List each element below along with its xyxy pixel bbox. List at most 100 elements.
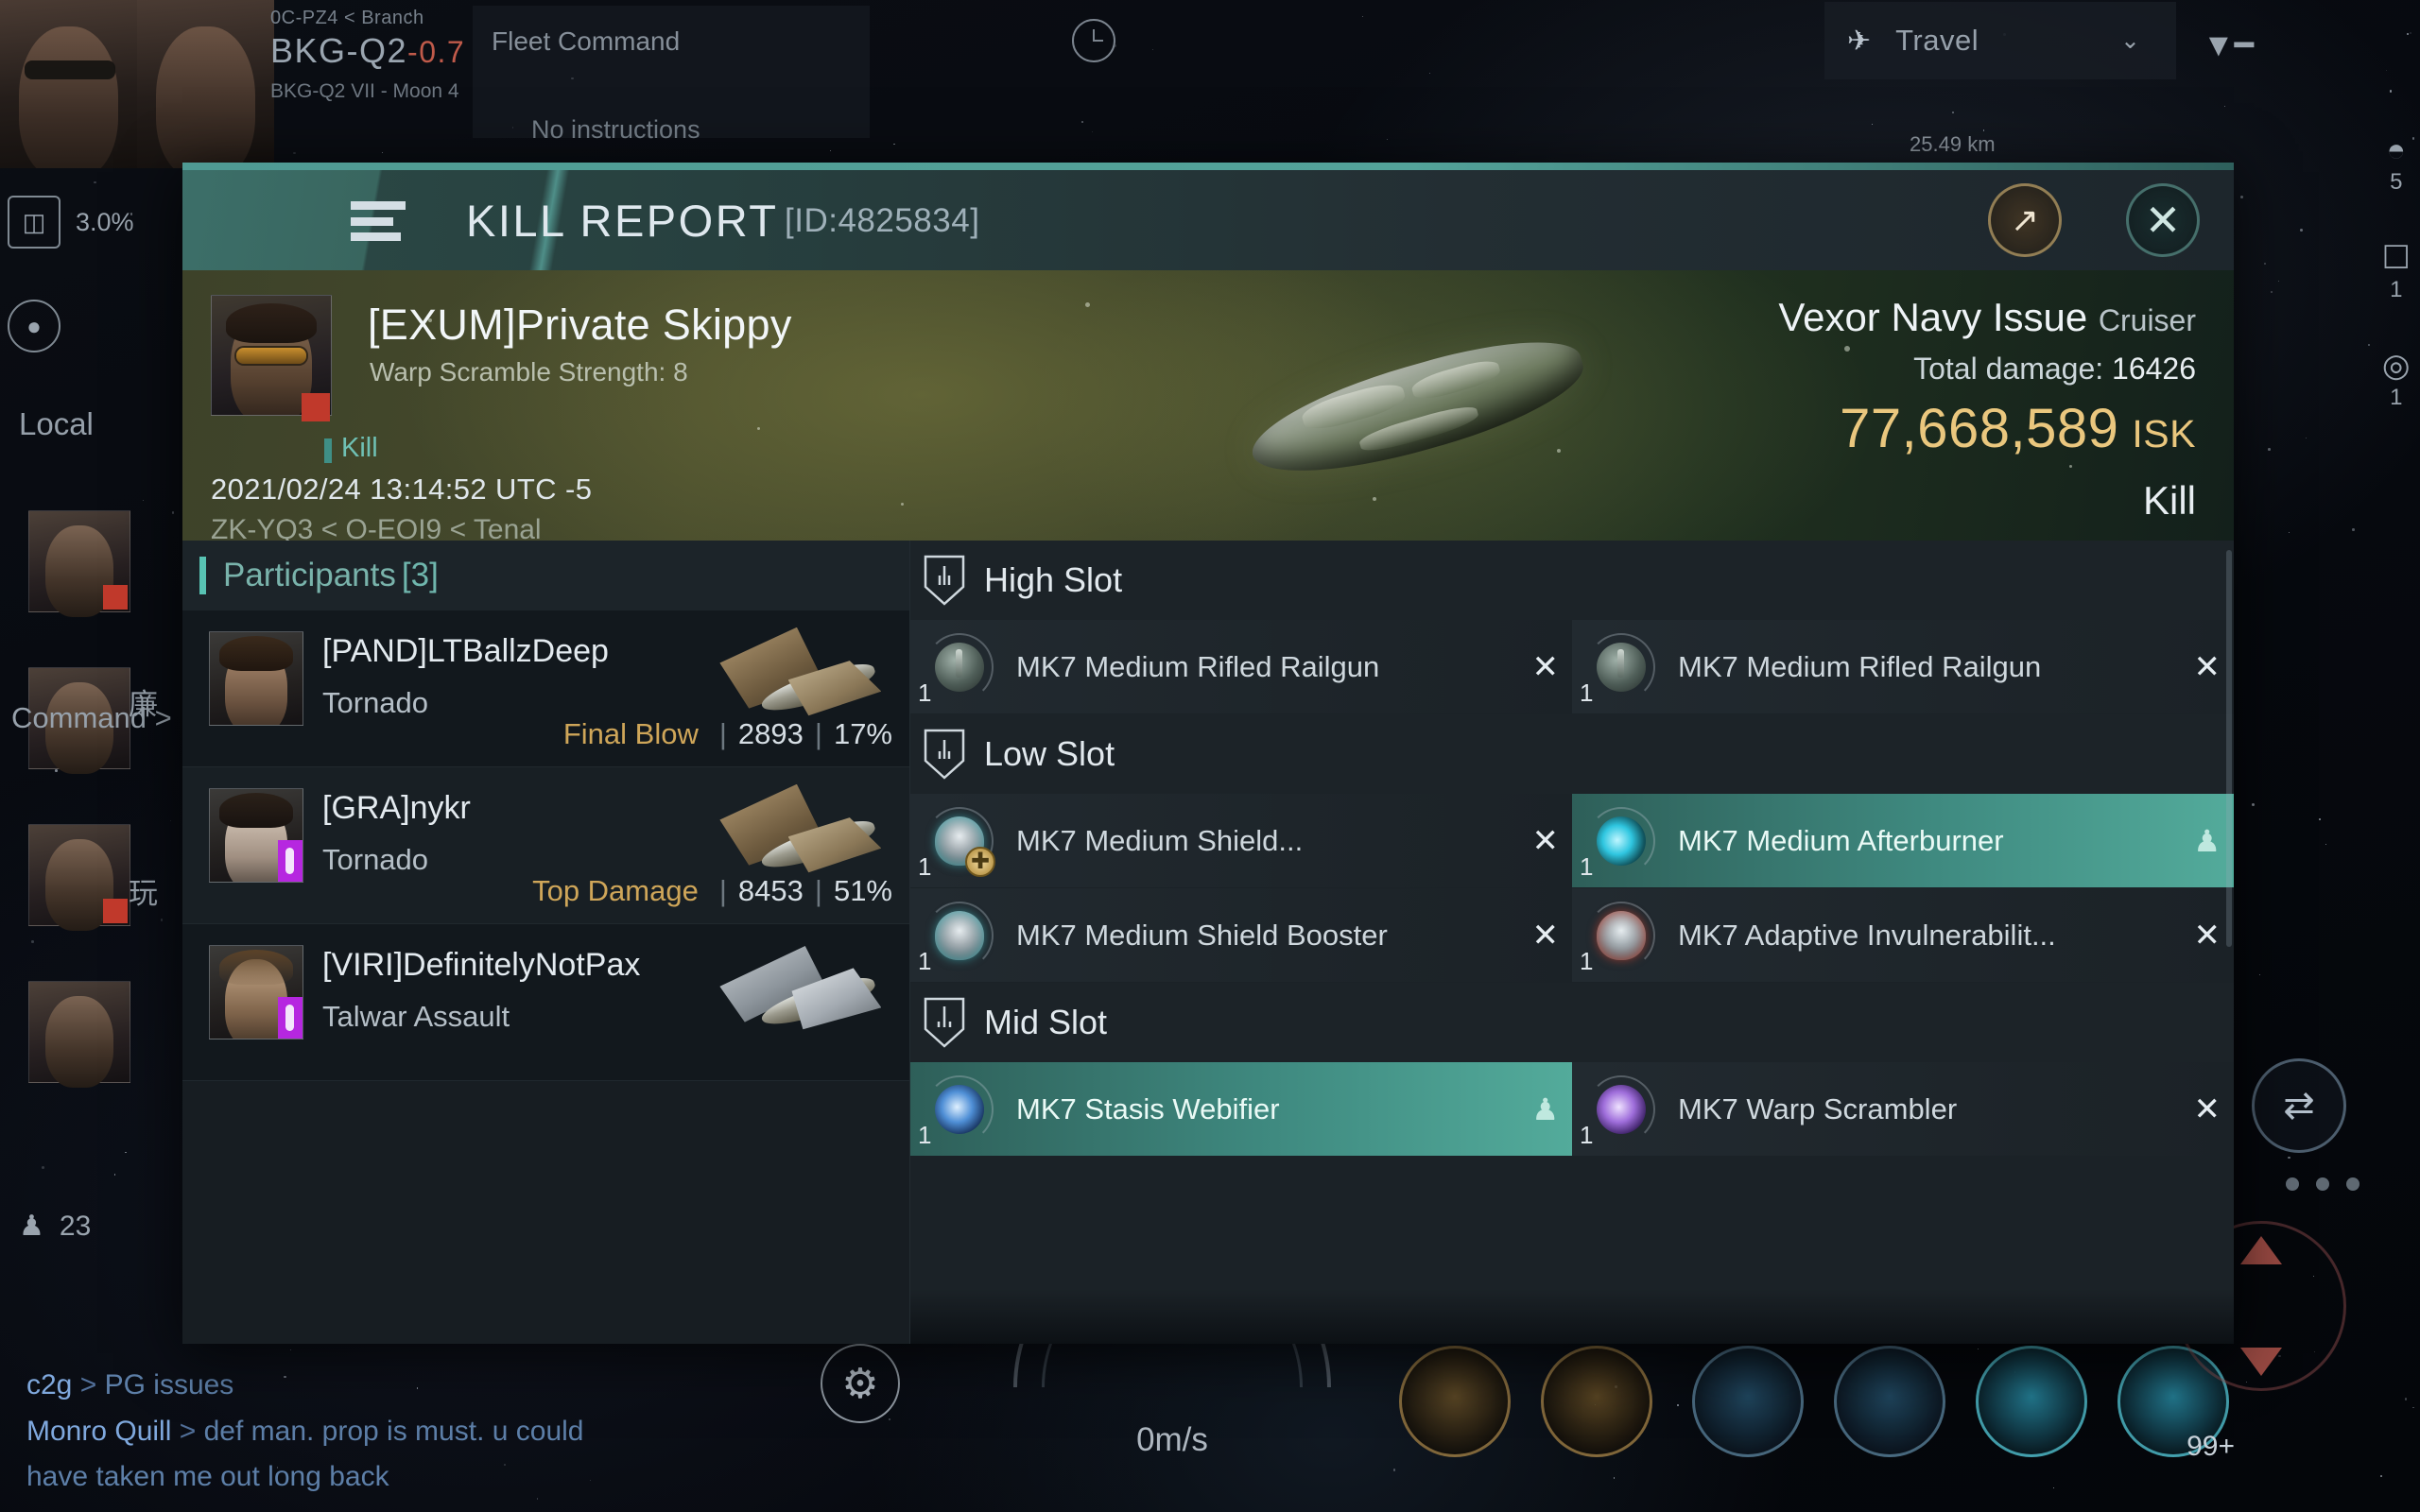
kill-report-window: KILL REPORT [ID:4825834] ↗ ✕ [EXUM]Priva… bbox=[182, 163, 2234, 1344]
victim-name: [EXUM]Private Skippy bbox=[368, 301, 792, 350]
header-accent-bar bbox=[199, 557, 206, 594]
fleet-command-panel[interactable]: Fleet Command No instructions bbox=[473, 6, 870, 138]
table-row[interactable]: [VIRI]DefinitelyNotPax Talwar Assault bbox=[182, 924, 909, 1081]
chat-tab-label[interactable]: 廉 bbox=[129, 680, 158, 723]
module-slot[interactable]: 1 MK7 Medium Shield Booster ✕ bbox=[910, 888, 1572, 983]
module-quantity: 1 bbox=[918, 679, 931, 708]
slot-shield-icon bbox=[924, 729, 965, 780]
shield-booster-icon: ✚ bbox=[925, 807, 994, 875]
module-quantity: 1 bbox=[1580, 947, 1593, 976]
participant-damage: 8453 bbox=[738, 874, 804, 907]
module-slot-selected[interactable]: 1 MK7 Medium Afterburner ♟ bbox=[1572, 794, 2234, 888]
avatar[interactable] bbox=[28, 824, 130, 926]
nav-up-icon[interactable] bbox=[2240, 1236, 2282, 1264]
fleet-instructions: No instructions bbox=[531, 115, 700, 145]
module-quantity: 1 bbox=[918, 1121, 931, 1150]
total-damage-value: 16426 bbox=[2112, 352, 2196, 386]
slot-shield-icon bbox=[924, 555, 965, 606]
victim-ship-render bbox=[1188, 270, 1644, 541]
module-name: MK7 Adaptive Invulnerabilit... bbox=[1678, 919, 2234, 953]
slot-shield-icon bbox=[924, 997, 965, 1048]
module-button[interactable] bbox=[1399, 1346, 1511, 1457]
close-icon[interactable]: ✕ bbox=[2126, 183, 2200, 257]
victim-ship-name: Vexor Navy Issue Cruiser bbox=[1778, 295, 2196, 340]
table-row[interactable]: [PAND]LTBallzDeep Tornado Final Blow|289… bbox=[182, 610, 909, 767]
module-slot[interactable]: 1 MK7 Warp Scrambler ✕ bbox=[1572, 1062, 2234, 1157]
warp-scrambler-icon bbox=[1587, 1075, 1655, 1143]
frame-icon[interactable]: ☐1 bbox=[2382, 239, 2411, 303]
standing-flag-icon bbox=[103, 585, 128, 610]
sidebar-item-location[interactable]: ● bbox=[0, 274, 180, 378]
chevron-down-icon[interactable]: ⌄ bbox=[2120, 26, 2140, 55]
window-body: Participants [3] [PAND]LTBallzDeep Torna… bbox=[182, 541, 2234, 1344]
module-slot[interactable]: 1 MK7 Medium Rifled Railgun ✕ bbox=[910, 620, 1572, 714]
participant-name: [GRA]nykr bbox=[322, 790, 471, 827]
kill-verdict: Kill bbox=[2143, 478, 2196, 524]
destroyed-x-icon: ✕ bbox=[2194, 1091, 2221, 1128]
participant-ship: Talwar Assault bbox=[322, 1000, 510, 1034]
module-slot[interactable]: 1 MK7 Adaptive Invulnerabilit... ✕ bbox=[1572, 888, 2234, 983]
participant-ship: Tornado bbox=[322, 686, 428, 720]
avatar[interactable] bbox=[28, 981, 130, 1083]
destroyed-x-icon: ✕ bbox=[2194, 917, 2221, 954]
total-damage: Total damage: 16426 bbox=[1913, 352, 2196, 387]
gear-icon[interactable]: ⚙ bbox=[821, 1344, 900, 1423]
report-id: [ID:4825834] bbox=[785, 202, 979, 240]
module-slot[interactable]: ✚ 1 MK7 Medium Shield... ✕ bbox=[910, 794, 1572, 888]
speed-readout: 0m/s bbox=[1021, 1421, 1323, 1459]
participant-percent: 51% bbox=[834, 874, 892, 907]
participants-count: [3] bbox=[402, 557, 439, 594]
avatar[interactable] bbox=[28, 510, 130, 612]
slot-grid-high: 1 MK7 Medium Rifled Railgun ✕ 1 MK7 Medi… bbox=[910, 620, 2234, 714]
participant-ship-render bbox=[709, 934, 889, 1057]
avatar[interactable] bbox=[209, 788, 303, 883]
slot-section-header-high: High Slot bbox=[910, 541, 2234, 620]
table-row[interactable]: [GRA]nykr Tornado Top Damage|8453|51% bbox=[182, 767, 909, 924]
participants-pane: Participants [3] [PAND]LTBallzDeep Torna… bbox=[182, 541, 910, 1344]
module-button[interactable] bbox=[1834, 1346, 1945, 1457]
module-name: MK7 Warp Scrambler bbox=[1678, 1092, 2234, 1126]
scrollbar[interactable] bbox=[2226, 550, 2232, 947]
destroyed-x-icon: ✕ bbox=[1532, 917, 1560, 954]
isk-unit: ISK bbox=[2132, 412, 2196, 455]
standing-flag-icon bbox=[302, 393, 330, 421]
looted-person-icon: ♟ bbox=[2193, 823, 2221, 859]
external-link-icon[interactable]: ↗ bbox=[1988, 183, 2062, 257]
participant-tag: Final Blow bbox=[563, 717, 699, 750]
fitting-pane[interactable]: High Slot 1 MK7 Medium Rifled Railgun ✕ … bbox=[910, 541, 2234, 1344]
participants-label: Participants bbox=[223, 557, 396, 594]
slot-section-header-mid: Mid Slot bbox=[910, 983, 2234, 1062]
window-accent-line bbox=[182, 163, 2234, 170]
travel-selector[interactable]: ✈ Travel ⌄ bbox=[1824, 2, 2176, 79]
module-button[interactable] bbox=[1541, 1346, 1652, 1457]
stasis-webifier-icon bbox=[925, 1075, 994, 1143]
target-icon[interactable]: ◎1 bbox=[2382, 347, 2411, 411]
isk-value: 77,668,589ISK bbox=[1840, 397, 2196, 460]
avatar[interactable] bbox=[209, 631, 303, 726]
local-channel-label[interactable]: Local bbox=[19, 406, 94, 442]
victim-ship-class: Cruiser bbox=[2099, 303, 2196, 337]
module-button[interactable] bbox=[1976, 1346, 2087, 1457]
avatar[interactable] bbox=[209, 945, 303, 1040]
module-slot[interactable]: 1 MK7 Medium Rifled Railgun ✕ bbox=[1572, 620, 2234, 714]
railgun-icon bbox=[1587, 633, 1655, 701]
clone-tag-icon bbox=[278, 840, 302, 882]
filter-icon[interactable]: ▼━ bbox=[2203, 26, 2254, 64]
hamburger-menu-icon[interactable] bbox=[351, 201, 406, 241]
slot-section-title: Mid Slot bbox=[984, 1003, 1107, 1042]
kill-location-path: ZK-YQ3 < O-EOI9 < Tenal bbox=[211, 514, 542, 541]
participant-stats: Top Damage|8453|51% bbox=[532, 874, 892, 908]
swap-icon[interactable]: ⇄ bbox=[2252, 1058, 2346, 1153]
security-status: -0.7 bbox=[407, 35, 465, 69]
sidebar-item-cargo[interactable]: ◫ 3.0% bbox=[0, 170, 180, 274]
participant-stats bbox=[883, 1031, 892, 1065]
signal-icon[interactable]: ◓5 bbox=[2382, 132, 2411, 196]
module-name: MK7 Medium Shield... bbox=[1016, 824, 1572, 858]
status-badge: Kill bbox=[341, 433, 378, 464]
participant-ship: Tornado bbox=[322, 843, 428, 877]
module-slot-selected[interactable]: 1 MK7 Stasis Webifier ♟ bbox=[910, 1062, 1572, 1157]
module-button[interactable] bbox=[1692, 1346, 1804, 1457]
nav-down-icon[interactable] bbox=[2240, 1348, 2282, 1376]
chat-tab-label[interactable]: 玩 bbox=[129, 869, 158, 912]
background-distance-readout: 25.49 km bbox=[1910, 132, 1996, 157]
